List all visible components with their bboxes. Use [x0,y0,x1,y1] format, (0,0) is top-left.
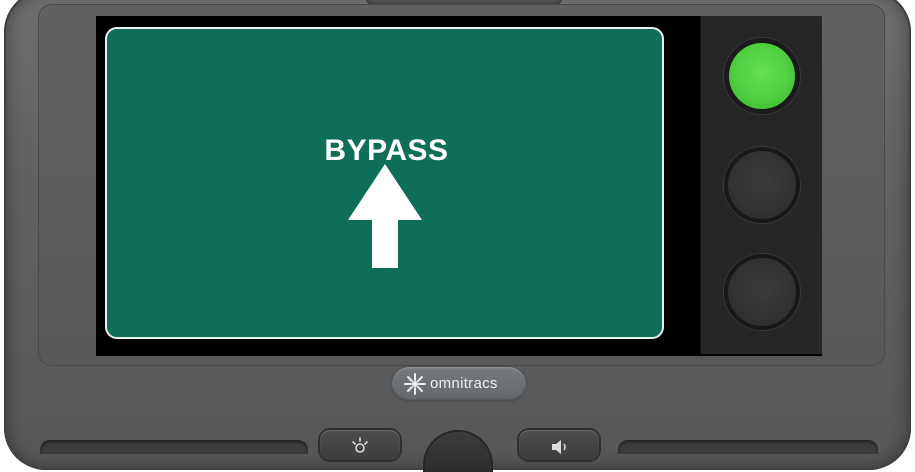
omnitracs-logo-icon [404,373,426,395]
brightness-button[interactable] [320,430,400,460]
sign-title: BYPASS [324,134,449,167]
speaker-grille-left [40,440,308,454]
volume-icon [552,440,566,454]
brand-logo-text: omnitracs [430,375,498,392]
volume-button[interactable] [519,430,599,460]
status-light-bottom [724,254,800,330]
brand-logo: omnitracs [392,367,526,401]
brightness-icon [352,437,368,453]
arrow-up-icon [348,164,422,268]
speaker-grille-right [618,440,878,454]
status-light-green [724,38,800,114]
status-light-middle [724,147,800,223]
